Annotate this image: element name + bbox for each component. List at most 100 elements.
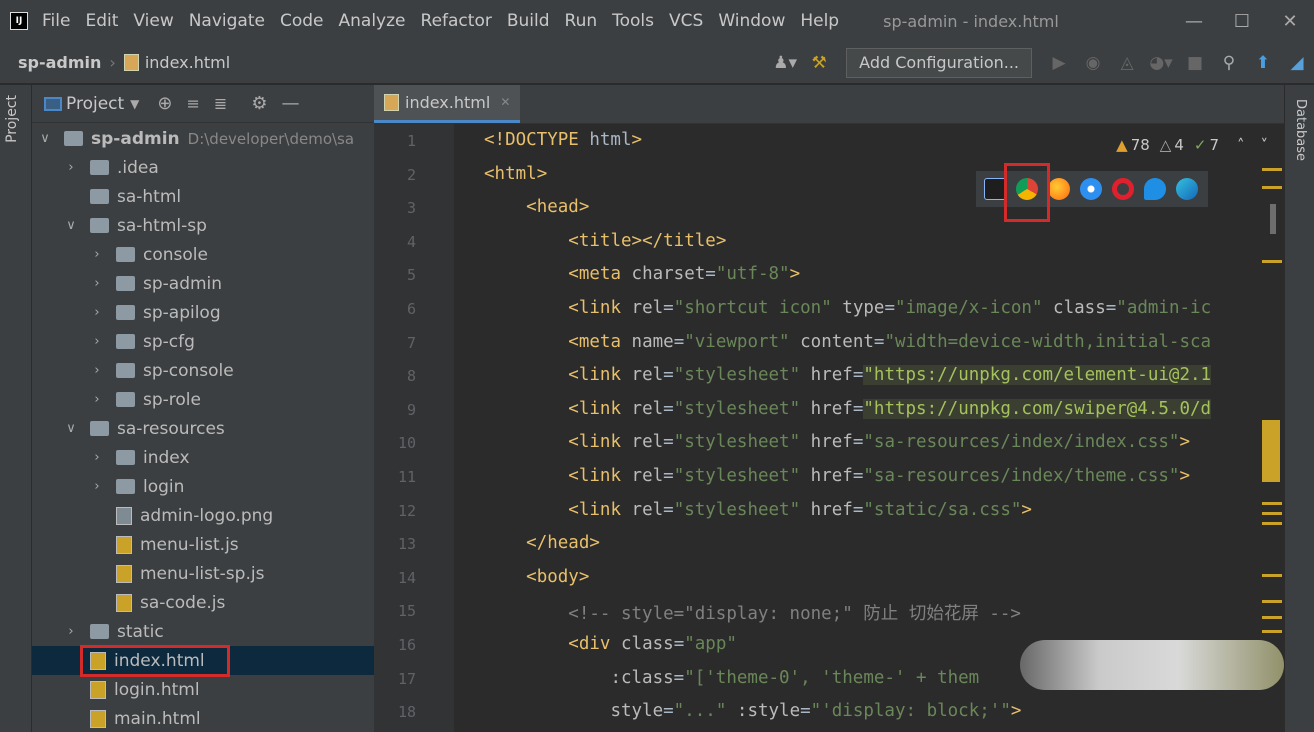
code-line[interactable]: <link rel="stylesheet" href="static/sa.c… — [484, 500, 1032, 520]
tree-folder[interactable]: sa-html — [32, 182, 374, 211]
tab-index-html[interactable]: index.html ✕ — [374, 85, 521, 123]
menu-navigate[interactable]: Navigate — [189, 11, 265, 31]
debug-icon[interactable]: ◉ — [1076, 53, 1110, 73]
tree-file[interactable]: menu-list-sp.js — [32, 559, 374, 588]
code-line[interactable]: style="..." :style="'display: block;'"> — [484, 701, 1021, 721]
firefox-icon[interactable] — [1048, 178, 1070, 200]
warning-marker[interactable] — [1262, 574, 1282, 577]
maximize-icon[interactable]: ☐ — [1218, 11, 1266, 32]
breadcrumb-project[interactable]: sp-admin — [18, 53, 101, 72]
code-line[interactable]: :class="['theme-0', 'theme-' + them — [484, 668, 979, 688]
code-line[interactable]: <meta name="viewport" content="width=dev… — [484, 332, 1211, 352]
close-tab-icon[interactable]: ✕ — [500, 95, 510, 109]
tree-file[interactable]: sa-code.js — [32, 588, 374, 617]
warning-marker[interactable] — [1262, 502, 1282, 505]
ie-icon[interactable] — [1144, 178, 1166, 200]
chevron-right-icon[interactable]: › — [90, 334, 104, 349]
collapse-all-icon[interactable]: ≣ — [214, 94, 227, 113]
tree-folder[interactable]: › sp-admin — [32, 269, 374, 298]
menu-view[interactable]: View — [133, 11, 173, 31]
menu-analyze[interactable]: Analyze — [339, 11, 406, 31]
menu-refactor[interactable]: Refactor — [421, 11, 492, 31]
warning-marker-block[interactable] — [1262, 420, 1280, 482]
menu-tools[interactable]: Tools — [612, 11, 654, 31]
chevron-right-icon[interactable]: › — [64, 624, 78, 639]
tree-folder[interactable]: › sp-role — [32, 385, 374, 414]
project-tool-button[interactable]: Project — [4, 95, 20, 143]
profile-icon[interactable]: ◕▾ — [1144, 53, 1178, 73]
chevron-down-icon[interactable]: ∨ — [38, 131, 52, 146]
previous-highlight-icon[interactable]: ˄ — [1237, 136, 1245, 154]
chevron-right-icon[interactable]: › — [90, 247, 104, 262]
menu-help[interactable]: Help — [800, 11, 839, 31]
tree-folder[interactable]: ∨ sa-resources — [32, 414, 374, 443]
code-line[interactable]: <body> — [484, 567, 589, 587]
search-icon[interactable]: ⚲ — [1212, 53, 1246, 73]
tree-folder[interactable]: › .idea — [32, 153, 374, 182]
breadcrumb-file[interactable]: index.html — [145, 53, 230, 72]
chevron-right-icon[interactable]: › — [90, 276, 104, 291]
warning-marker[interactable] — [1262, 168, 1282, 171]
build-hammer-icon[interactable]: ⚒ — [802, 53, 836, 73]
tree-folder[interactable]: › console — [32, 240, 374, 269]
scroll-thumb[interactable] — [1270, 204, 1276, 234]
code-line[interactable]: <link rel="stylesheet" href="https://unp… — [484, 365, 1212, 386]
edge-icon[interactable] — [1176, 178, 1198, 200]
code-line[interactable]: <link rel="stylesheet" href="https://unp… — [484, 398, 1212, 419]
menu-file[interactable]: File — [42, 11, 70, 31]
tree-folder[interactable]: › index — [32, 443, 374, 472]
warning-marker[interactable] — [1262, 630, 1282, 633]
user-icon[interactable]: ♟▾ — [768, 53, 802, 73]
minimize-icon[interactable]: — — [1170, 11, 1218, 32]
gear-icon[interactable]: ⚙ — [251, 93, 267, 114]
code-line[interactable]: <html> — [484, 164, 547, 184]
project-panel-title[interactable]: Project — [66, 94, 124, 114]
close-icon[interactable]: ✕ — [1266, 11, 1314, 32]
run-icon[interactable]: ▶ — [1042, 53, 1076, 73]
code-line[interactable]: <!DOCTYPE html> — [484, 130, 642, 150]
update-icon[interactable]: ⬆ — [1246, 53, 1280, 73]
code-line[interactable]: <meta charset="utf-8"> — [484, 264, 800, 284]
chevron-right-icon[interactable]: › — [90, 363, 104, 378]
tree-file[interactable]: main.html — [32, 704, 374, 732]
tree-folder[interactable]: › login — [32, 472, 374, 501]
code-line[interactable]: <!-- style="display: none;" 防止 切始花屏 --> — [484, 600, 1021, 625]
code-line[interactable]: <div class="app" — [484, 634, 737, 654]
tree-file[interactable]: login.html — [32, 675, 374, 704]
warning-marker[interactable] — [1262, 512, 1282, 515]
warning-marker[interactable] — [1262, 186, 1282, 189]
code-line[interactable]: <link rel="stylesheet" href="sa-resource… — [484, 466, 1190, 486]
expand-all-icon[interactable]: ≡ — [187, 94, 200, 113]
intellij-preview-icon[interactable] — [984, 178, 1006, 200]
inspection-widget[interactable]: ▲ 78 △ 4 ✓ 7 ˄ ˅ — [1106, 136, 1268, 154]
tree-folder[interactable]: › sp-console — [32, 356, 374, 385]
code-with-me-icon[interactable]: ◢ — [1280, 53, 1314, 73]
code-line[interactable]: <link rel="shortcut icon" type="image/x-… — [484, 298, 1211, 318]
chevron-right-icon[interactable]: › — [90, 392, 104, 407]
tree-file[interactable]: admin-logo.png — [32, 501, 374, 530]
chevron-down-icon[interactable]: ▼ — [130, 97, 139, 111]
tree-file[interactable]: menu-list.js — [32, 530, 374, 559]
menu-window[interactable]: Window — [718, 11, 785, 31]
tree-folder[interactable]: › sp-apilog — [32, 298, 374, 327]
locate-icon[interactable]: ⊕ — [157, 93, 172, 114]
chevron-right-icon[interactable]: › — [64, 160, 78, 175]
code-line[interactable]: <title></title> — [484, 231, 726, 251]
coverage-icon[interactable]: ◬ — [1110, 53, 1144, 73]
warning-marker[interactable] — [1262, 522, 1282, 525]
tree-folder[interactable]: › sp-cfg — [32, 327, 374, 356]
chevron-right-icon[interactable]: › — [90, 450, 104, 465]
menu-vcs[interactable]: VCS — [669, 11, 703, 31]
tree-folder[interactable]: › static — [32, 617, 374, 646]
menu-code[interactable]: Code — [280, 11, 324, 31]
safari-icon[interactable] — [1080, 178, 1102, 200]
menu-edit[interactable]: Edit — [85, 11, 118, 31]
warning-marker[interactable] — [1262, 616, 1282, 619]
menu-build[interactable]: Build — [507, 11, 550, 31]
code-line[interactable]: <link rel="stylesheet" href="sa-resource… — [484, 432, 1190, 452]
chevron-down-icon[interactable]: ∨ — [64, 218, 78, 233]
database-tool-button[interactable]: Database — [1293, 99, 1308, 161]
warning-marker[interactable] — [1262, 260, 1282, 263]
chevron-right-icon[interactable]: › — [90, 479, 104, 494]
code-line[interactable]: <head> — [484, 197, 589, 217]
